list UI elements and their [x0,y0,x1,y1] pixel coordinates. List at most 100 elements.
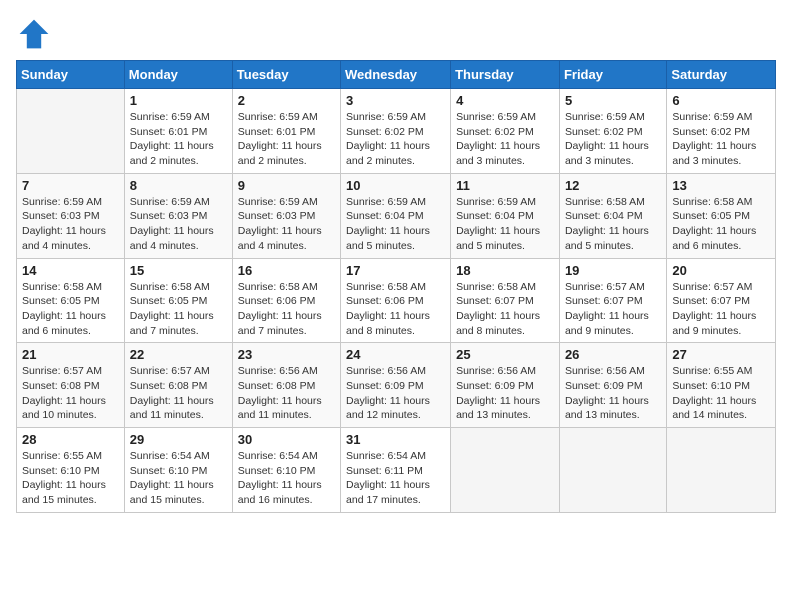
calendar-cell: 30 Sunrise: 6:54 AMSunset: 6:10 PMDayligh… [232,428,340,513]
calendar-cell: 16 Sunrise: 6:58 AMSunset: 6:06 PMDayligh… [232,258,340,343]
calendar-cell: 22 Sunrise: 6:57 AMSunset: 6:08 PMDayligh… [124,343,232,428]
calendar-cell: 4 Sunrise: 6:59 AMSunset: 6:02 PMDaylight… [451,89,560,174]
day-number: 8 [130,178,227,193]
day-info: Sunrise: 6:54 AMSunset: 6:10 PMDaylight:… [238,449,335,508]
calendar-cell: 7 Sunrise: 6:59 AMSunset: 6:03 PMDaylight… [17,173,125,258]
day-info: Sunrise: 6:58 AMSunset: 6:05 PMDaylight:… [672,195,770,254]
day-info: Sunrise: 6:56 AMSunset: 6:09 PMDaylight:… [346,364,445,423]
day-number: 12 [565,178,661,193]
calendar-cell [559,428,666,513]
day-number: 3 [346,93,445,108]
day-info: Sunrise: 6:59 AMSunset: 6:01 PMDaylight:… [130,110,227,169]
day-info: Sunrise: 6:59 AMSunset: 6:04 PMDaylight:… [456,195,554,254]
day-info: Sunrise: 6:58 AMSunset: 6:05 PMDaylight:… [130,280,227,339]
calendar-cell: 24 Sunrise: 6:56 AMSunset: 6:09 PMDayligh… [341,343,451,428]
day-info: Sunrise: 6:59 AMSunset: 6:02 PMDaylight:… [672,110,770,169]
calendar-cell: 9 Sunrise: 6:59 AMSunset: 6:03 PMDaylight… [232,173,340,258]
day-number: 18 [456,263,554,278]
calendar-cell: 18 Sunrise: 6:58 AMSunset: 6:07 PMDayligh… [451,258,560,343]
day-number: 23 [238,347,335,362]
day-number: 24 [346,347,445,362]
calendar-cell: 19 Sunrise: 6:57 AMSunset: 6:07 PMDayligh… [559,258,666,343]
calendar-week-row: 7 Sunrise: 6:59 AMSunset: 6:03 PMDaylight… [17,173,776,258]
day-header-thursday: Thursday [451,61,560,89]
calendar-cell: 25 Sunrise: 6:56 AMSunset: 6:09 PMDayligh… [451,343,560,428]
calendar-cell: 21 Sunrise: 6:57 AMSunset: 6:08 PMDayligh… [17,343,125,428]
page-header [16,16,776,52]
calendar-cell: 29Sunrise: 6:54 AMSunset: 6:10 PMDayligh… [124,428,232,513]
logo [16,16,56,52]
day-info: Sunrise: 6:59 AMSunset: 6:03 PMDaylight:… [130,195,227,254]
calendar-cell: 13Sunrise: 6:58 AMSunset: 6:05 PMDayligh… [667,173,776,258]
calendar-cell [451,428,560,513]
day-info: Sunrise: 6:59 AMSunset: 6:02 PMDaylight:… [346,110,445,169]
day-number: 2 [238,93,335,108]
calendar-cell: 20Sunrise: 6:57 AMSunset: 6:07 PMDayligh… [667,258,776,343]
day-info: Sunrise: 6:59 AMSunset: 6:02 PMDaylight:… [565,110,661,169]
calendar-cell: 12 Sunrise: 6:58 AMSunset: 6:04 PMDayligh… [559,173,666,258]
calendar-cell: 14Sunrise: 6:58 AMSunset: 6:05 PMDayligh… [17,258,125,343]
day-number: 5 [565,93,661,108]
day-number: 15 [130,263,227,278]
calendar-cell: 8 Sunrise: 6:59 AMSunset: 6:03 PMDaylight… [124,173,232,258]
calendar-cell: 27Sunrise: 6:55 AMSunset: 6:10 PMDayligh… [667,343,776,428]
calendar-cell: 11 Sunrise: 6:59 AMSunset: 6:04 PMDayligh… [451,173,560,258]
day-number: 7 [22,178,119,193]
calendar-cell: 5 Sunrise: 6:59 AMSunset: 6:02 PMDaylight… [559,89,666,174]
calendar-cell: 17Sunrise: 6:58 AMSunset: 6:06 PMDayligh… [341,258,451,343]
calendar-cell: 10 Sunrise: 6:59 AMSunset: 6:04 PMDayligh… [341,173,451,258]
calendar-cell: 6 Sunrise: 6:59 AMSunset: 6:02 PMDaylight… [667,89,776,174]
day-info: Sunrise: 6:57 AMSunset: 6:08 PMDaylight:… [22,364,119,423]
day-info: Sunrise: 6:59 AMSunset: 6:04 PMDaylight:… [346,195,445,254]
calendar-table: SundayMondayTuesdayWednesdayThursdayFrid… [16,60,776,513]
day-header-friday: Friday [559,61,666,89]
calendar-cell: 15 Sunrise: 6:58 AMSunset: 6:05 PMDayligh… [124,258,232,343]
day-number: 25 [456,347,554,362]
day-number: 30 [238,432,335,447]
calendar-cell [667,428,776,513]
day-header-tuesday: Tuesday [232,61,340,89]
calendar-cell: 2 Sunrise: 6:59 AMSunset: 6:01 PMDaylight… [232,89,340,174]
day-number: 29 [130,432,227,447]
day-info: Sunrise: 6:56 AMSunset: 6:08 PMDaylight:… [238,364,335,423]
day-info: Sunrise: 6:58 AMSunset: 6:07 PMDaylight:… [456,280,554,339]
day-info: Sunrise: 6:55 AMSunset: 6:10 PMDaylight:… [22,449,119,508]
day-number: 10 [346,178,445,193]
day-info: Sunrise: 6:59 AMSunset: 6:03 PMDaylight:… [238,195,335,254]
day-info: Sunrise: 6:56 AMSunset: 6:09 PMDaylight:… [565,364,661,423]
calendar-cell: 1 Sunrise: 6:59 AMSunset: 6:01 PMDaylight… [124,89,232,174]
day-number: 1 [130,93,227,108]
day-info: Sunrise: 6:57 AMSunset: 6:08 PMDaylight:… [130,364,227,423]
day-info: Sunrise: 6:59 AMSunset: 6:02 PMDaylight:… [456,110,554,169]
calendar-cell: 3 Sunrise: 6:59 AMSunset: 6:02 PMDaylight… [341,89,451,174]
day-info: Sunrise: 6:56 AMSunset: 6:09 PMDaylight:… [456,364,554,423]
day-info: Sunrise: 6:55 AMSunset: 6:10 PMDaylight:… [672,364,770,423]
calendar-week-row: 1 Sunrise: 6:59 AMSunset: 6:01 PMDaylight… [17,89,776,174]
day-number: 26 [565,347,661,362]
calendar-cell [17,89,125,174]
day-number: 19 [565,263,661,278]
day-info: Sunrise: 6:59 AMSunset: 6:01 PMDaylight:… [238,110,335,169]
day-number: 22 [130,347,227,362]
day-number: 11 [456,178,554,193]
day-number: 14 [22,263,119,278]
day-info: Sunrise: 6:54 AMSunset: 6:11 PMDaylight:… [346,449,445,508]
day-number: 9 [238,178,335,193]
day-number: 6 [672,93,770,108]
day-info: Sunrise: 6:58 AMSunset: 6:06 PMDaylight:… [238,280,335,339]
day-number: 17 [346,263,445,278]
day-number: 4 [456,93,554,108]
logo-icon [16,16,52,52]
day-number: 21 [22,347,119,362]
day-info: Sunrise: 6:58 AMSunset: 6:04 PMDaylight:… [565,195,661,254]
day-header-wednesday: Wednesday [341,61,451,89]
calendar-header-row: SundayMondayTuesdayWednesdayThursdayFrid… [17,61,776,89]
calendar-cell: 23 Sunrise: 6:56 AMSunset: 6:08 PMDayligh… [232,343,340,428]
day-info: Sunrise: 6:57 AMSunset: 6:07 PMDaylight:… [565,280,661,339]
calendar-week-row: 21 Sunrise: 6:57 AMSunset: 6:08 PMDayligh… [17,343,776,428]
day-info: Sunrise: 6:59 AMSunset: 6:03 PMDaylight:… [22,195,119,254]
day-info: Sunrise: 6:57 AMSunset: 6:07 PMDaylight:… [672,280,770,339]
day-header-monday: Monday [124,61,232,89]
day-number: 31 [346,432,445,447]
day-number: 16 [238,263,335,278]
